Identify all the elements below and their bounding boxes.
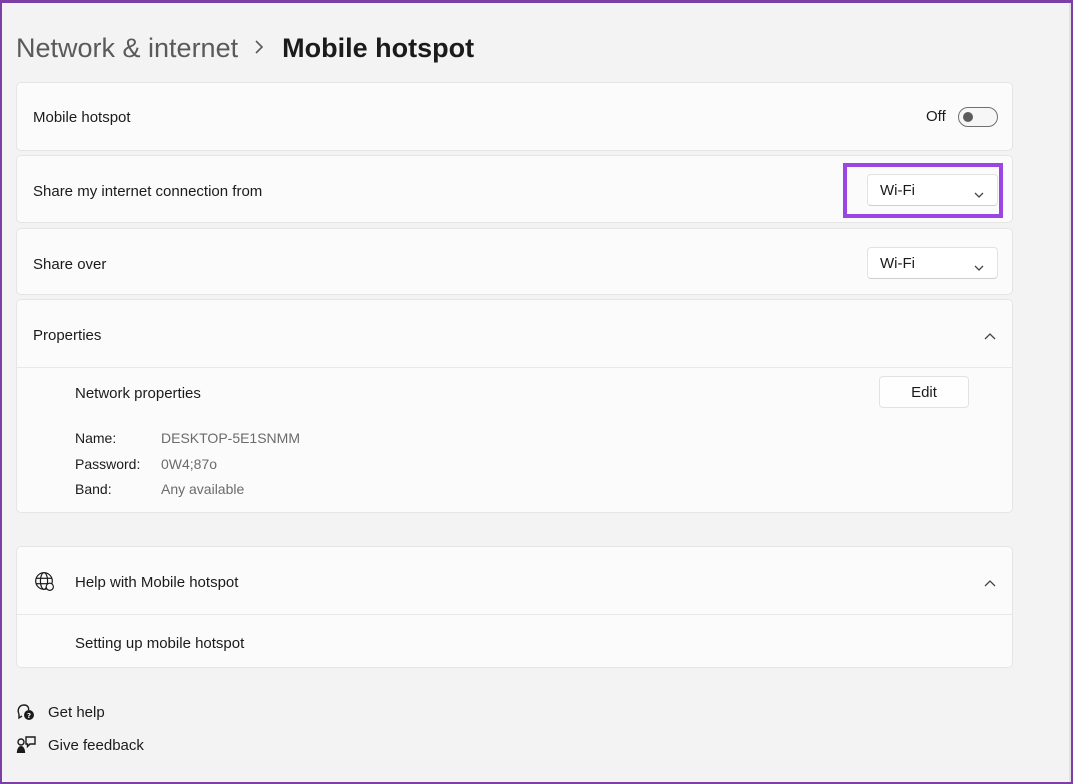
help-card: Help with Mobile hotspot Setting up mobi… <box>16 546 1013 668</box>
network-properties-label: Network properties <box>75 385 201 402</box>
help-title: Help with Mobile hotspot <box>75 574 239 591</box>
feedback-icon <box>16 735 36 755</box>
name-key: Name: <box>75 430 117 446</box>
chevron-up-icon[interactable] <box>984 327 996 345</box>
get-help-icon: ? <box>16 702 36 722</box>
setting-up-hotspot-link[interactable]: Setting up mobile hotspot <box>75 635 244 652</box>
mobile-hotspot-card: Mobile hotspot Off <box>16 82 1013 151</box>
page-title: Mobile hotspot <box>282 32 475 63</box>
divider <box>17 367 1012 368</box>
breadcrumb-chevron-icon <box>254 36 264 60</box>
globe-icon <box>34 571 55 596</box>
svg-text:?: ? <box>27 712 31 720</box>
name-value: DESKTOP-5E1SNMM <box>161 430 300 446</box>
password-key: Password: <box>75 456 141 472</box>
edit-button[interactable]: Edit <box>879 376 969 408</box>
properties-header[interactable]: Properties <box>17 300 1012 367</box>
mobile-hotspot-label: Mobile hotspot <box>33 109 131 126</box>
title-accent-strip <box>2 0 116 3</box>
highlight-box <box>843 163 1003 218</box>
share-from-label: Share my internet connection from <box>33 183 263 200</box>
divider <box>17 614 1012 615</box>
share-over-card: Share over Wi-Fi <box>16 228 1013 295</box>
band-value: Any available <box>161 481 245 497</box>
mobile-hotspot-toggle[interactable] <box>958 107 998 127</box>
give-feedback-label: Give feedback <box>48 736 144 754</box>
breadcrumb: Network & internet Mobile hotspot <box>16 28 474 68</box>
get-help-label: Get help <box>48 703 105 721</box>
properties-card: Properties Network properties Edit Name:… <box>16 299 1013 513</box>
chevron-up-icon[interactable] <box>984 574 996 592</box>
help-header[interactable]: Help with Mobile hotspot <box>17 547 1012 614</box>
share-over-value: Wi-Fi <box>880 255 915 272</box>
chevron-down-icon <box>974 259 984 277</box>
get-help-link[interactable]: ? Get help <box>16 702 105 722</box>
scrollbar-track[interactable] <box>1069 3 1071 782</box>
share-over-label: Share over <box>33 256 107 273</box>
breadcrumb-parent[interactable]: Network & internet <box>16 33 238 64</box>
properties-title: Properties <box>33 327 102 344</box>
band-key: Band: <box>75 481 112 497</box>
password-value: 0W4;87o <box>161 456 218 472</box>
toggle-knob <box>963 112 973 122</box>
give-feedback-link[interactable]: Give feedback <box>16 735 144 755</box>
share-over-dropdown[interactable]: Wi-Fi <box>867 247 998 279</box>
toggle-state-label: Off <box>926 108 946 125</box>
